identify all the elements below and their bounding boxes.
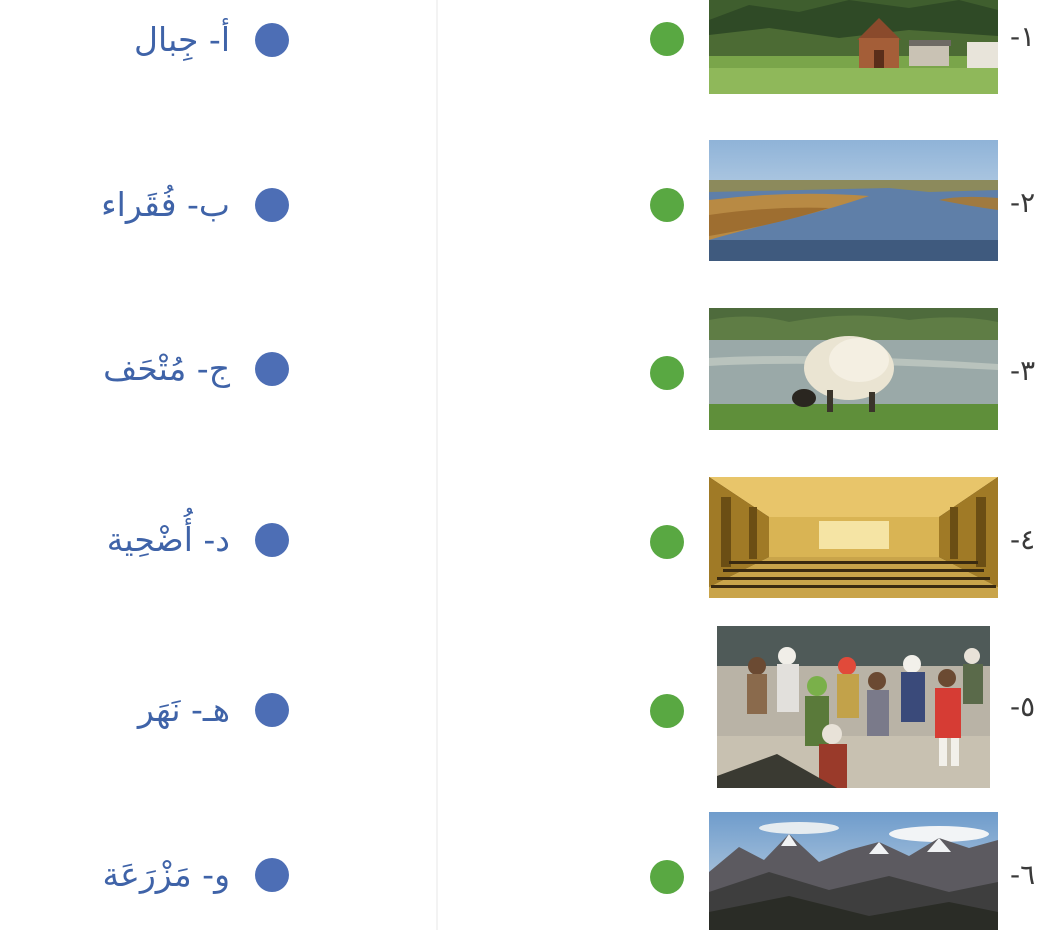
picture-number: -١ (1010, 20, 1036, 53)
picture-connector-dot[interactable] (650, 694, 684, 728)
farm-photo (709, 0, 998, 94)
word-text: مُتْحَف (103, 349, 187, 388)
word-label: د- أُضْحِية (106, 520, 230, 559)
word-label: ج- مُتْحَف (103, 349, 230, 388)
word-item-6: و- مَزْرَعَة (0, 840, 300, 910)
mountains-photo (709, 812, 998, 930)
picture-item-3: -٣ (640, 308, 1061, 438)
word-letter: هـ (202, 690, 230, 729)
word-letter: أ (220, 20, 230, 59)
word-item-2: ب- فُقَراء (0, 170, 300, 240)
word-connector-dot[interactable] (255, 858, 289, 892)
picture-connector-dot[interactable] (650, 188, 684, 222)
picture-connector-dot[interactable] (650, 860, 684, 894)
word-letter: ب (198, 185, 230, 224)
column-divider (436, 0, 438, 930)
picture-item-4: -٤ (640, 477, 1061, 607)
picture-item-2: -٢ (640, 140, 1061, 270)
picture-item-6: -٦ (640, 812, 1061, 942)
picture-number: -٦ (1010, 858, 1036, 891)
word-letter: د (215, 520, 230, 559)
word-letter: و (214, 855, 230, 894)
word-connector-dot[interactable] (255, 352, 289, 386)
word-connector-dot[interactable] (255, 23, 289, 57)
crowd-photo (717, 626, 990, 788)
word-text: فُقَراء (101, 185, 177, 224)
picture-number: -٤ (1010, 523, 1036, 556)
word-text: جِبال (134, 20, 199, 59)
word-item-1: أ- جِبال (0, 5, 300, 75)
word-text: نَهَر (137, 690, 181, 729)
word-connector-dot[interactable] (255, 523, 289, 557)
word-item-3: ج- مُتْحَف (0, 334, 300, 404)
word-label: ب- فُقَراء (101, 185, 230, 224)
word-letter: ج (208, 349, 230, 388)
word-connector-dot[interactable] (255, 693, 289, 727)
word-item-4: د- أُضْحِية (0, 505, 300, 575)
word-label: هـ- نَهَر (137, 690, 230, 729)
word-label: أ- جِبال (134, 20, 230, 59)
word-text: مَزْرَعَة (102, 855, 192, 894)
picture-number: -٢ (1010, 186, 1036, 219)
picture-item-5: -٥ (640, 626, 1061, 788)
picture-connector-dot[interactable] (650, 22, 684, 56)
river-photo (709, 140, 998, 261)
picture-item-1: -١ (640, 0, 1061, 130)
picture-connector-dot[interactable] (650, 356, 684, 390)
picture-number: -٥ (1010, 690, 1036, 723)
museum-hall-photo (709, 477, 998, 598)
word-text: أُضْحِية (106, 520, 193, 559)
sheep-photo (709, 308, 998, 430)
picture-connector-dot[interactable] (650, 525, 684, 559)
word-label: و- مَزْرَعَة (102, 855, 230, 894)
word-connector-dot[interactable] (255, 188, 289, 222)
word-item-5: هـ- نَهَر (0, 675, 300, 745)
picture-number: -٣ (1010, 354, 1036, 387)
